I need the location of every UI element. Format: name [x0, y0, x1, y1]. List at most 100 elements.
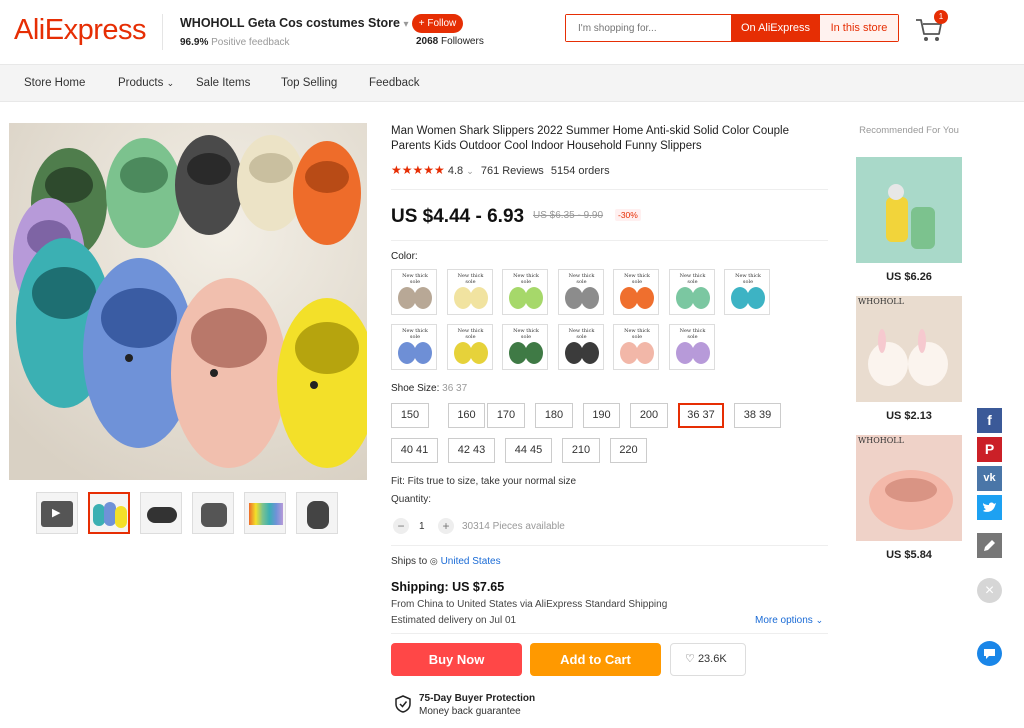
size-option[interactable]: 42 43	[448, 438, 495, 463]
swatch-caption: New thick sole	[679, 328, 706, 340]
size-option[interactable]: 210	[562, 438, 600, 463]
size-label: Shoe Size:	[391, 383, 440, 394]
product-main-image[interactable]	[9, 123, 367, 480]
color-swatch[interactable]: New thick sole	[557, 324, 604, 370]
quantity-increase-button[interactable]: +	[438, 518, 454, 534]
quantity-value[interactable]: 1	[419, 521, 425, 532]
original-price: US $6.35 - 9.90	[533, 210, 604, 221]
recommended-item-1-image[interactable]	[856, 157, 962, 263]
nav-products[interactable]: Products ⌄	[118, 77, 174, 89]
add-to-cart-button[interactable]: Add to Cart	[530, 643, 661, 676]
pieces-available: 30314 Pieces available	[462, 521, 565, 532]
boots-photo	[856, 157, 962, 263]
followers-count: 2068 Followers	[416, 36, 484, 47]
product-rating: ★★★★★ 4.8 ⌄ 761 Reviews 5154 orders	[391, 163, 610, 177]
color-swatch[interactable]: New thick sole	[446, 324, 493, 370]
chevron-down-icon: ▾	[403, 19, 409, 30]
twitter-bird-shape	[983, 502, 996, 512]
nav-top-selling[interactable]: Top Selling	[281, 77, 337, 89]
vk-icon[interactable]: vk	[977, 466, 1002, 491]
chat-icon[interactable]	[977, 641, 1002, 666]
close-icon[interactable]: ×	[977, 578, 1002, 603]
orders-count: 5154 orders	[550, 165, 610, 177]
wishlist-button[interactable]: ♡ 23.6K	[670, 643, 746, 676]
store-name-link[interactable]: WHOHOLL Geta Cos costumes Store ▾	[180, 16, 408, 30]
location-pin-icon: ◎	[429, 556, 438, 566]
quantity-decrease-button[interactable]: −	[393, 518, 409, 534]
nav-store-home[interactable]: Store Home	[24, 77, 85, 89]
buy-now-button[interactable]: Buy Now	[391, 643, 522, 676]
protection-title: 75-Day Buyer Protection	[419, 693, 536, 704]
chevron-down-icon: ⌄	[166, 78, 175, 88]
size-option[interactable]: 160	[448, 403, 485, 428]
pink-shark-slippers-photo	[856, 435, 962, 541]
size-option[interactable]: 38 39	[734, 403, 781, 428]
thumbnail-video[interactable]: ▶	[36, 492, 78, 534]
chat-bubble-shape	[984, 649, 995, 659]
thumbnail-4[interactable]	[192, 492, 234, 534]
nav-feedback[interactable]: Feedback	[369, 77, 420, 89]
twitter-icon[interactable]	[977, 495, 1002, 520]
edit-icon[interactable]	[977, 533, 1002, 558]
followers-label: Followers	[441, 36, 484, 47]
reviews-link[interactable]: 761 Reviews	[481, 165, 544, 177]
size-option[interactable]: 36 37	[678, 403, 724, 428]
color-swatch[interactable]: New thick sole	[724, 269, 770, 315]
size-option[interactable]: 220	[610, 438, 647, 463]
follow-button[interactable]: + Follow	[412, 14, 463, 33]
color-swatch[interactable]: New thick sole	[557, 269, 604, 315]
recommended-item-3-price: US $5.84	[886, 549, 932, 561]
star-rating-icon: ★★★★★	[391, 163, 445, 177]
chevron-down-icon[interactable]: ⌄	[466, 166, 474, 176]
color-swatch[interactable]: New thick sole	[391, 269, 437, 315]
wishlist-count: 23.6K	[697, 653, 727, 665]
ships-to-country-link[interactable]: United States	[441, 556, 501, 567]
more-options-link[interactable]: More options ⌄	[755, 615, 823, 626]
size-option[interactable]: 180	[535, 403, 573, 428]
swatch-caption: New thick sole	[513, 328, 539, 340]
protection-subtitle: Money back guarantee	[419, 706, 521, 717]
feedback-value: 96.9%	[180, 37, 209, 48]
thumb-shape	[307, 501, 329, 529]
nav-sale-items[interactable]: Sale Items	[196, 77, 250, 89]
size-option[interactable]: 190	[583, 403, 620, 428]
color-swatch[interactable]: New thick sole	[391, 324, 437, 370]
color-swatch[interactable]: New thick sole	[502, 324, 548, 370]
recommended-item-2-image[interactable]: WHOHOLL	[856, 296, 962, 402]
ships-to-label: Ships to	[391, 556, 428, 567]
size-option[interactable]: 150	[391, 403, 429, 428]
play-icon: ▶	[52, 507, 61, 519]
shipping-route-prefix: From China to United States via	[391, 599, 533, 610]
color-swatch[interactable]: New thick sole	[613, 269, 659, 315]
aliexpress-logo[interactable]: AliExpress	[14, 14, 147, 47]
size-option[interactable]: 40 41	[391, 438, 438, 463]
recommended-item-2-price: US $2.13	[886, 410, 932, 422]
bunny-slippers-photo	[856, 296, 962, 402]
thumbnail-6[interactable]	[296, 492, 338, 534]
product-price: US $4.44 - 6.93	[391, 206, 525, 227]
color-swatch[interactable]: New thick sole	[502, 269, 548, 315]
thumbnail-2[interactable]	[88, 492, 130, 534]
size-option[interactable]: 170	[487, 403, 525, 428]
color-swatch[interactable]: New thick sole	[668, 324, 715, 370]
color-swatch[interactable]: New thick sole	[613, 324, 659, 370]
brand-watermark: WHOHOLL	[858, 436, 904, 445]
color-swatch[interactable]: New thick sole	[668, 269, 715, 315]
divider	[391, 545, 828, 546]
color-swatch[interactable]: New thick sole	[446, 269, 493, 315]
swatch-caption: New thick sole	[568, 273, 595, 285]
size-option[interactable]: 200	[630, 403, 668, 428]
facebook-icon[interactable]: f	[977, 408, 1002, 433]
pinterest-icon[interactable]: P	[977, 437, 1002, 462]
more-options-label: More options	[755, 615, 813, 626]
search-store-button[interactable]: In this store	[820, 15, 898, 41]
size-option[interactable]: 44 45	[505, 438, 552, 463]
thumbnail-5[interactable]	[244, 492, 286, 534]
shield-check-icon	[395, 695, 411, 713]
search-input[interactable]	[566, 15, 730, 41]
recommended-item-3-image[interactable]: WHOHOLL	[856, 435, 962, 541]
shipping-title: Shipping: US $7.65	[391, 580, 505, 594]
thumbnail-3[interactable]	[140, 492, 182, 534]
thumb-shape	[201, 503, 227, 527]
search-aliexpress-button[interactable]: On AliExpress	[731, 15, 820, 41]
